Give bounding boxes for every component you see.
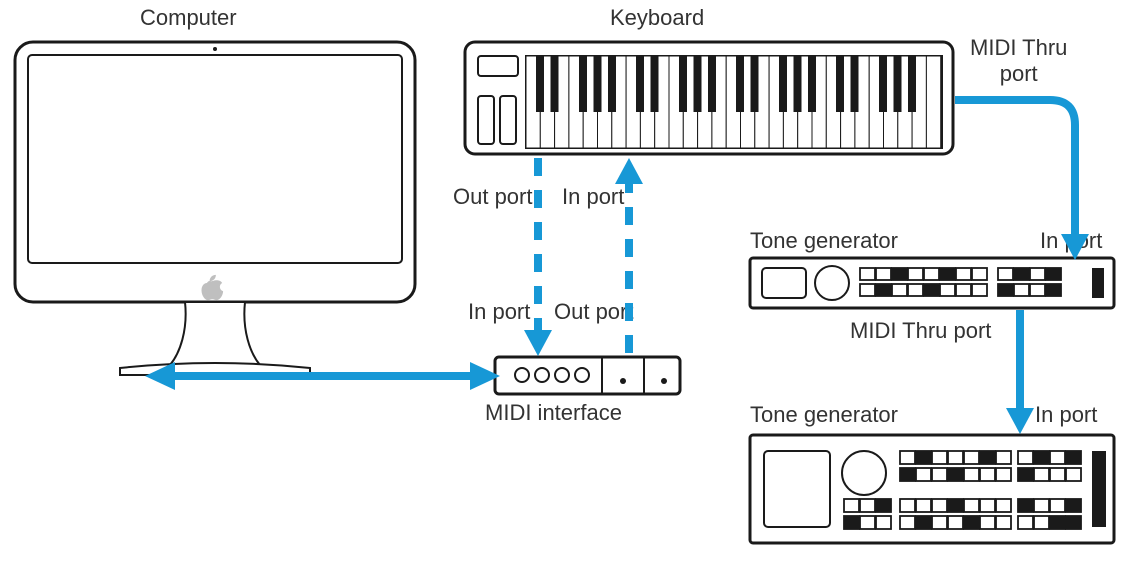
cable-midi-out-to-kbd-in — [615, 158, 643, 355]
tone-generator-1-icon — [750, 258, 1114, 308]
cable-kbd-thru-to-tg1 — [955, 100, 1089, 260]
midi-diagram — [0, 0, 1132, 568]
cable-tg1-thru-to-tg2 — [1006, 310, 1034, 434]
midi-interface-icon — [495, 357, 680, 394]
keyboard-icon — [465, 42, 953, 154]
cable-kbd-out-to-midi-in — [524, 158, 552, 356]
computer-icon — [15, 42, 415, 375]
tone-generator-2-icon — [750, 435, 1114, 543]
